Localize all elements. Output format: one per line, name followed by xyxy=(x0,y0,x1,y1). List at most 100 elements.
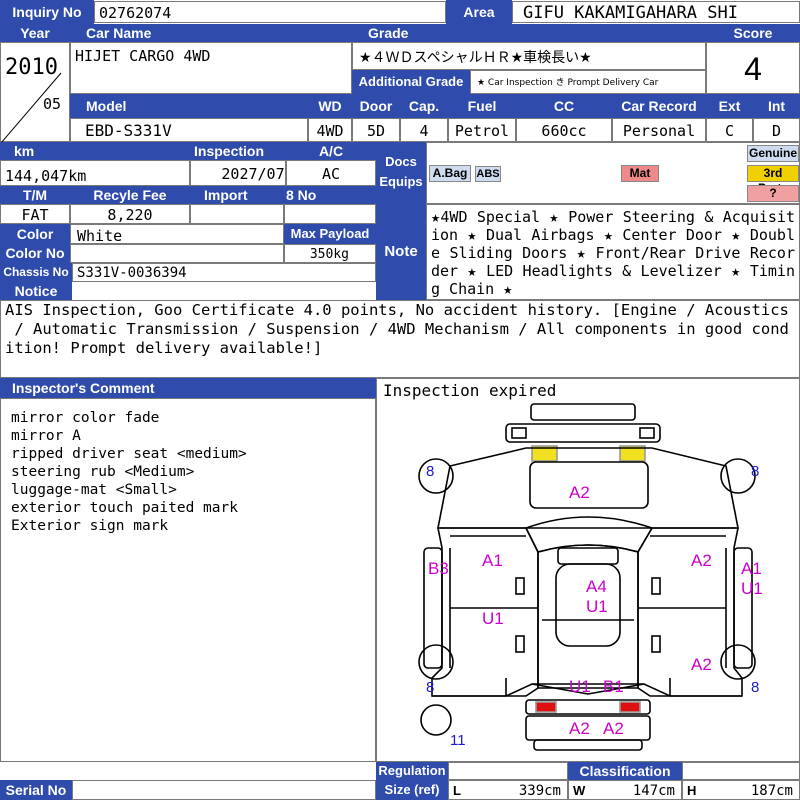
front-right-wheel-shape xyxy=(720,458,756,494)
third-party-chip: 3rd Party xyxy=(747,165,799,195)
car-name-value: HIJET CARGO 4WD xyxy=(70,42,352,94)
regulation-label: Regulation xyxy=(376,762,448,780)
comment-line-3: ripped driver seat <medium> xyxy=(11,446,247,462)
comment-line-2: mirror A xyxy=(11,428,81,444)
left-taillight xyxy=(535,701,557,713)
comment-line-4: steering rub <Medium> xyxy=(11,464,195,480)
notice-label: Notice xyxy=(0,282,72,300)
grade-value: ★４ＷＤスペシャルＨＲ★車検長い★ xyxy=(352,42,706,70)
equips-label: Equips xyxy=(379,174,423,189)
int-label: Int xyxy=(753,94,800,118)
grade-label: Grade xyxy=(352,24,706,42)
no8-label: 8 No xyxy=(280,186,376,204)
right-side-mark-2: U1 xyxy=(741,579,763,598)
docs-equips-label: Docs Equips xyxy=(376,142,426,204)
ext-value: C xyxy=(706,118,753,142)
spare-tire-shape xyxy=(420,704,452,736)
rear-bumper-mark-2: A2 xyxy=(603,719,624,738)
score-label: Score xyxy=(706,24,800,42)
model-value: EBD-S331V xyxy=(70,118,308,142)
inspectors-comment-label: Inspector's Comment xyxy=(0,378,376,398)
car-damage-diagram: A2 A1 B3 U1 A4 U1 A2 A1 U1 A2 U1 B1 A2 A… xyxy=(418,403,763,751)
area-label: Area xyxy=(446,0,512,24)
roof-shape xyxy=(537,544,639,689)
color-label: Color xyxy=(0,224,70,244)
ext-label: Ext xyxy=(706,94,753,118)
year-value: 2010 xyxy=(5,55,58,80)
year-box: 2010 05 xyxy=(0,42,70,143)
spare-tire-mark: 11 xyxy=(450,732,466,749)
month-value: 05 xyxy=(43,95,62,113)
classification-label: Classification xyxy=(568,762,682,780)
left-rear-mark: U1 xyxy=(482,609,504,628)
note-label: Note xyxy=(376,204,426,300)
max-payload-label: Max Payload xyxy=(284,224,376,244)
ac-value: AC xyxy=(286,160,376,186)
comment-line-5: luggage-mat <Small> xyxy=(11,482,177,498)
unknown-chip: ? xyxy=(747,185,799,202)
rear-bumper-mark-1: A2 xyxy=(569,719,590,738)
roof-mark-1: A4 xyxy=(586,577,607,596)
size-l-value: 339cm xyxy=(518,783,561,799)
size-l-cell: L 339cm xyxy=(448,780,568,800)
inquiry-no-value: 02762074 xyxy=(94,1,446,23)
fuel-value: Petrol xyxy=(448,118,516,142)
ac-label: A/C xyxy=(286,142,376,160)
left-front-mark: A1 xyxy=(482,551,503,570)
tm-value: FAT xyxy=(0,204,70,224)
int-value: D xyxy=(753,118,800,142)
comment-line-1: mirror color fade xyxy=(11,410,160,426)
abag-chip: A.Bag xyxy=(429,165,471,182)
import-value xyxy=(190,204,284,224)
import-label: Import xyxy=(190,186,280,204)
notice-line-2: / Automatic Transmission / Suspension / … xyxy=(5,320,789,338)
additional-grade-label: Additional Grade xyxy=(352,70,470,94)
inquiry-no-label: Inquiry No xyxy=(0,0,94,24)
auction-sheet: Inquiry No 02762074 Area GIFU KAKAMIGAHA… xyxy=(0,0,800,800)
docs-label: Docs xyxy=(385,154,417,169)
notice-line-1: AIS Inspection, Goo Certificate 4.0 poin… xyxy=(5,301,789,319)
genuine-chip: Genuine xyxy=(747,145,799,162)
size-h-value: 187cm xyxy=(750,783,793,799)
size-w-label: W xyxy=(573,783,586,798)
serial-no-label: Serial No xyxy=(0,780,72,800)
door-value: 5D xyxy=(352,118,400,142)
size-w-cell: W 147cm xyxy=(568,780,682,800)
size-h-label: H xyxy=(687,783,697,798)
back-mark-2: B1 xyxy=(603,677,624,696)
tire-rear-left-mark: 8 xyxy=(426,679,434,696)
left-side-mark: B3 xyxy=(428,559,449,578)
classification-value xyxy=(682,762,800,780)
tire-front-right-mark: 8 xyxy=(751,463,759,480)
color-value: White xyxy=(70,224,284,244)
chassis-no-label: Chassis No xyxy=(0,263,72,282)
back-mark-1: U1 xyxy=(569,677,591,696)
windshield-shape xyxy=(524,516,654,553)
comment-line-6: exterior touch paited mark xyxy=(11,500,238,516)
notice-line-3: ition! Prompt delivery available!] xyxy=(5,339,323,357)
serial-no-value xyxy=(72,780,376,800)
car-record-label: Car Record xyxy=(612,94,706,118)
comment-line-7: Exterior sign mark xyxy=(11,518,169,534)
color-no-value xyxy=(70,244,284,263)
max-payload-value: 350kg xyxy=(284,244,376,263)
inspection-label: Inspection xyxy=(190,142,286,160)
mat-chip: Mat xyxy=(621,165,659,182)
additional-grade-value: ★ Car Inspection き Prompt Delivery Car xyxy=(470,70,706,94)
hood-mark: A2 xyxy=(569,483,590,502)
size-h-cell: H 187cm xyxy=(682,780,800,800)
size-l-label: L xyxy=(453,783,461,798)
right-rear-mark: A2 xyxy=(691,655,712,674)
size-ref-label: Size (ref) xyxy=(376,780,448,800)
cc-label: CC xyxy=(516,94,612,118)
tire-front-left-mark: 8 xyxy=(426,463,434,480)
right-front-mark: A2 xyxy=(691,551,712,570)
year-label: Year xyxy=(0,24,70,42)
front-bumper-shape xyxy=(505,423,661,443)
right-taillight xyxy=(619,701,641,713)
note-text: ★4WD Special ★ Power Steering & Acquisit… xyxy=(426,204,800,300)
recycle-fee-value: 8,220 xyxy=(70,204,190,224)
color-no-label: Color No xyxy=(0,244,70,263)
fuel-label: Fuel xyxy=(448,94,516,118)
score-value: 4 xyxy=(706,42,800,94)
